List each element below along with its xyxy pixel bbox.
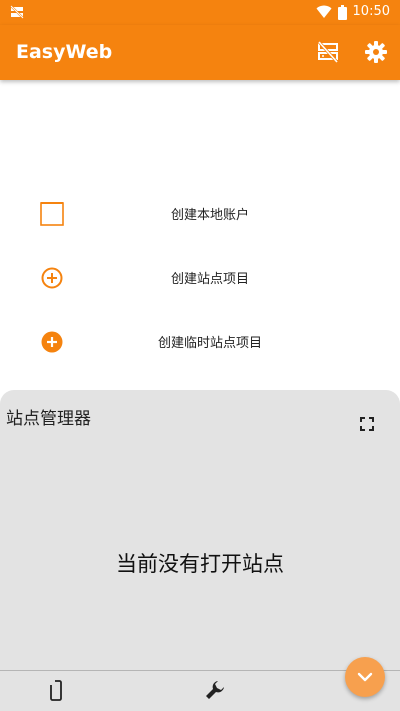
fullscreen-icon[interactable] xyxy=(357,414,377,434)
create-local-account-label: 创建本地账户 xyxy=(170,208,249,223)
create-temp-site-project-label: 创建临时站点项目 xyxy=(157,336,262,351)
create-temp-site-project-item[interactable]: 创建临时站点项目 xyxy=(0,320,400,364)
wrench-icon[interactable] xyxy=(204,679,226,701)
bracket-square-icon xyxy=(40,202,64,226)
chevron-down-icon xyxy=(357,672,373,682)
settings-button[interactable] xyxy=(363,39,389,65)
wifi-icon xyxy=(316,5,332,18)
battery-icon xyxy=(337,4,347,20)
site-manager-panel: 站点管理器 当前没有打开站点 xyxy=(0,390,400,670)
server-toggle-button[interactable] xyxy=(315,39,341,65)
bottom-bar xyxy=(0,670,400,711)
collapse-fab[interactable] xyxy=(345,657,385,697)
create-local-account-item[interactable]: 创建本地账户 xyxy=(0,192,400,236)
empty-state-text: 当前没有打开站点 xyxy=(116,552,284,576)
app-title: EasyWeb xyxy=(16,41,113,63)
plus-circle-filled-icon xyxy=(41,331,63,353)
site-manager-title: 站点管理器 xyxy=(6,409,91,429)
server-off-icon xyxy=(317,41,339,63)
phone-icon[interactable] xyxy=(46,679,66,703)
status-right: 10:50 xyxy=(316,3,390,21)
create-site-project-item[interactable]: 创建站点项目 xyxy=(0,256,400,300)
gear-icon xyxy=(365,41,387,63)
create-site-project-label: 创建站点项目 xyxy=(170,272,249,287)
notification-off-icon xyxy=(10,5,24,19)
status-bar: 10:50 xyxy=(0,0,400,25)
app-bar: EasyWeb xyxy=(0,25,400,80)
plus-circle-outline-icon xyxy=(41,267,63,289)
status-time: 10:50 xyxy=(352,4,390,19)
